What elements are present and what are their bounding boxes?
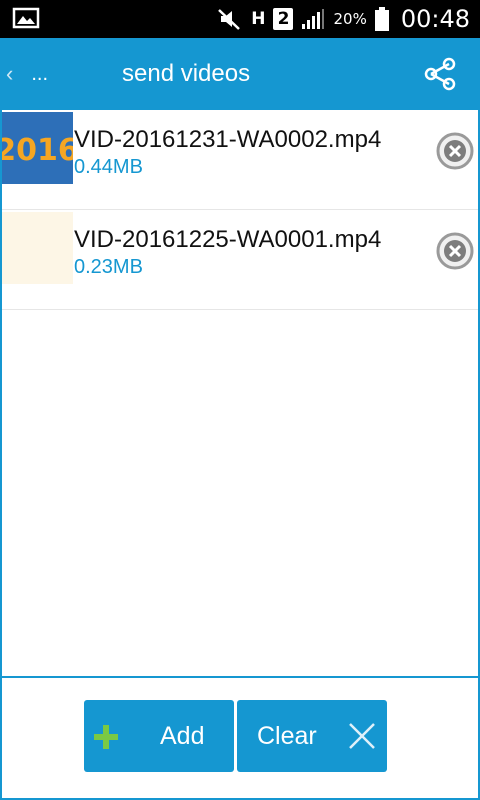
video-name: VID-20161231-WA0002.mp4: [74, 126, 382, 153]
video-list: 2016 VID-20161231-WA0002.mp4 0.44MB VID-…: [2, 110, 478, 676]
bottom-action-panel: Add Clear: [2, 678, 478, 798]
remove-circle-x-icon[interactable]: [436, 132, 474, 170]
thumb-text: 2016: [2, 133, 73, 168]
video-size: 0.23MB: [74, 256, 143, 278]
status-bar: H 2 20% 00:48: [0, 0, 480, 38]
battery-icon: [374, 7, 389, 31]
video-list-item[interactable]: VID-20161225-WA0001.mp4 0.23MB: [2, 210, 478, 310]
clear-button-label: Clear: [257, 722, 317, 750]
remove-circle-x-icon[interactable]: [436, 232, 474, 270]
video-size: 0.44MB: [74, 156, 143, 178]
add-button-label: Add: [160, 722, 205, 750]
video-list-item[interactable]: 2016 VID-20161231-WA0002.mp4 0.44MB: [2, 110, 478, 210]
add-button[interactable]: Add: [84, 700, 234, 772]
chevron-left-icon: ‹: [6, 61, 14, 86]
clear-button[interactable]: Clear: [237, 700, 387, 772]
battery-percent: 20%: [333, 10, 367, 28]
content-area: 2016 VID-20161231-WA0002.mp4 0.44MB VID-…: [0, 110, 480, 800]
share-icon[interactable]: [422, 56, 458, 92]
action-bar: ‹ ... send videos: [0, 38, 480, 110]
page-title: send videos: [122, 60, 251, 87]
video-thumbnail: 2016: [2, 112, 73, 184]
close-icon: [349, 723, 375, 749]
back-label: ...: [31, 62, 48, 85]
video-thumbnail: [2, 212, 73, 284]
sim-slot-badge: 2: [273, 8, 294, 30]
signal-bars-icon: [302, 9, 325, 29]
clock: 00:48: [400, 5, 470, 33]
plus-icon: [94, 725, 118, 749]
network-type-indicator: H: [251, 8, 266, 29]
video-name: VID-20161225-WA0001.mp4: [74, 226, 382, 253]
back-button[interactable]: ‹ ...: [0, 38, 80, 110]
image-notification-icon: [12, 7, 40, 29]
muted-speaker-icon: [218, 9, 241, 30]
